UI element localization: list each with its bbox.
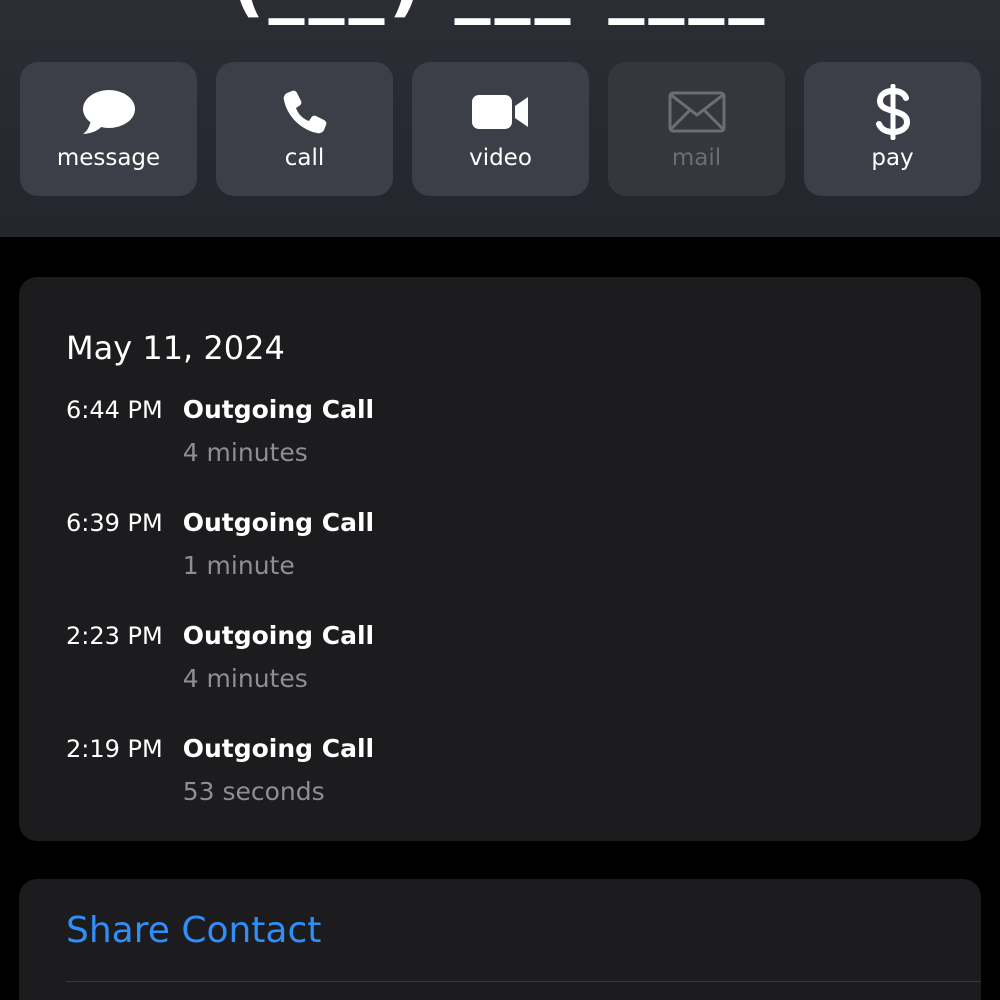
call-time: 2:23 PM	[66, 622, 163, 650]
call-history-row: 6:44 PM Outgoing Call 4 minutes	[66, 395, 374, 468]
pay-button[interactable]: pay	[804, 62, 981, 196]
pay-label: pay	[871, 145, 914, 171]
call-details: Outgoing Call 53 seconds	[183, 734, 374, 807]
envelope-icon	[657, 87, 737, 137]
message-label: message	[56, 145, 161, 171]
call-label: call	[284, 145, 325, 171]
mail-button[interactable]: mail	[608, 62, 785, 196]
contact-phone-number: (___) ___-____	[0, 0, 1000, 28]
call-history-row: 6:39 PM Outgoing Call 1 minute	[66, 508, 374, 581]
call-type: Outgoing Call	[182, 508, 375, 537]
call-time: 2:19 PM	[66, 735, 163, 763]
message-button[interactable]: message	[20, 62, 197, 196]
video-label: video	[469, 145, 532, 171]
share-contact-button[interactable]: Share Contact	[66, 908, 321, 954]
call-type: Outgoing Call	[182, 395, 375, 424]
contact-detail-screen: (___) ___-____ message call	[0, 0, 1000, 1000]
contact-header: (___) ___-____ message call	[0, 0, 1000, 237]
call-button[interactable]: call	[216, 62, 393, 196]
quick-actions-bar: message call video mail pay	[20, 62, 981, 196]
call-time: 6:44 PM	[66, 396, 163, 424]
call-history-row: 2:23 PM Outgoing Call 4 minutes	[66, 621, 374, 694]
call-type: Outgoing Call	[182, 734, 375, 763]
call-history-row: 2:19 PM Outgoing Call 53 seconds	[66, 734, 374, 807]
call-duration: 4 minutes	[182, 438, 308, 467]
call-duration: 1 minute	[182, 551, 295, 580]
call-type: Outgoing Call	[182, 621, 375, 650]
message-bubble-icon	[69, 87, 149, 137]
call-duration: 4 minutes	[182, 664, 308, 693]
options-divider	[66, 981, 981, 982]
call-details: Outgoing Call 4 minutes	[183, 621, 374, 694]
video-button[interactable]: video	[412, 62, 589, 196]
phone-icon	[265, 87, 345, 137]
call-details: Outgoing Call 4 minutes	[183, 395, 374, 468]
mail-label: mail	[671, 145, 722, 171]
call-history-date: May 11, 2024	[66, 329, 285, 367]
video-camera-icon	[461, 87, 541, 137]
call-duration: 53 seconds	[182, 777, 325, 806]
call-time: 6:39 PM	[66, 509, 163, 537]
call-details: Outgoing Call 1 minute	[183, 508, 374, 581]
dollar-icon	[853, 84, 933, 140]
